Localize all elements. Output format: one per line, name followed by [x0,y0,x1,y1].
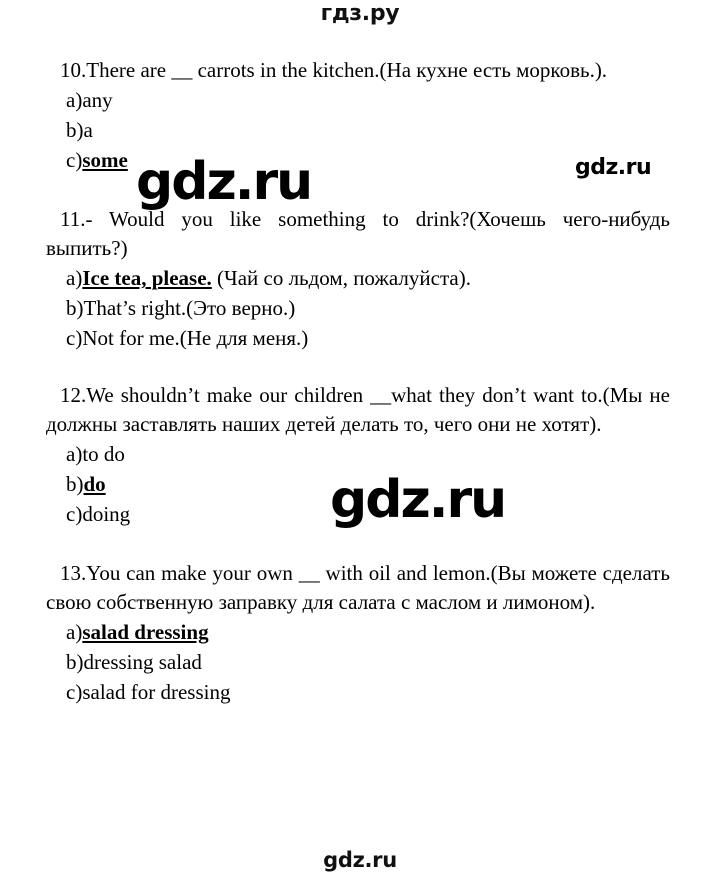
option-item[interactable]: b)a [46,115,670,145]
option-text: any [82,88,113,112]
question-number: 13. [60,561,87,585]
option-item[interactable]: b)That’s right.(Это верно.) [46,293,670,323]
option-item[interactable]: c)doing [46,499,670,529]
option-item[interactable]: c)salad for dressing [46,677,670,707]
exercise-document: 10.There are __ carrots in the kitchen.(… [46,56,670,721]
question-number: 10. [60,58,87,82]
option-marker: b) [66,650,84,674]
option-marker: a) [66,266,83,290]
option-translation: (Чай со льдом, пожалуйста). [211,266,471,290]
options-list: a)salad dressing b)dressing salad c)sala… [46,617,670,707]
footer-logo[interactable]: gdz.ru [323,850,397,871]
option-item[interactable]: a)Ice tea, please. (Чай со льдом, пожалу… [46,263,670,293]
option-item[interactable]: b)do [46,469,670,499]
question-number: 11. [60,207,86,231]
question-text: You can make your own __ with oil and le… [46,561,670,614]
question-block: 11.- Would you like something to drink?(… [46,205,670,353]
option-item[interactable]: c)some [46,145,670,175]
option-item[interactable]: a)salad dressing [46,617,670,647]
option-marker: c) [66,502,83,526]
question-text: - Would you like something to drink?(Хоч… [46,207,670,260]
question-prompt: 13.You can make your own __ with oil and… [46,559,670,617]
option-text: Ice tea, please. [82,266,212,290]
option-marker: c) [66,326,83,350]
option-text: a [83,118,93,142]
question-block: 13.You can make your own __ with oil and… [46,559,670,707]
option-text: salad for dressing [82,680,231,704]
site-logo[interactable]: гдз.ру [321,3,400,25]
option-translation: (Это верно.) [186,296,296,320]
option-marker: b) [66,118,84,142]
question-number: 12. [60,383,87,407]
option-text: some [82,148,128,172]
option-item[interactable]: b)dressing salad [46,647,670,677]
question-prompt: 10.There are __ carrots in the kitchen.(… [46,56,670,85]
question-prompt: 11.- Would you like something to drink?(… [46,205,670,263]
option-text: salad dressing [82,620,209,644]
question-block: 10.There are __ carrots in the kitchen.(… [46,56,670,175]
options-list: a)to do b)do c)doing [46,439,670,529]
option-text: do [83,472,106,496]
option-text: Not for me. [82,326,180,350]
question-prompt: 12.We shouldn’t make our children __what… [46,381,670,439]
option-text: to do [82,442,125,466]
question-text: We shouldn’t make our children __what th… [46,383,670,436]
question-block: 12.We shouldn’t make our children __what… [46,381,670,529]
option-marker: a) [66,442,83,466]
option-marker: a) [66,88,83,112]
option-text: That’s right. [83,296,187,320]
option-marker: a) [66,620,83,644]
option-marker: c) [66,148,83,172]
option-item[interactable]: a)any [46,85,670,115]
options-list: a)any b)a c)some [46,85,670,175]
option-marker: b) [66,296,84,320]
option-marker: b) [66,472,84,496]
option-item[interactable]: a)to do [46,439,670,469]
option-item[interactable]: c)Not for me.(Не для меня.) [46,323,670,353]
site-header: гдз.ру [0,0,720,40]
option-text: doing [82,502,131,526]
site-footer: gdz.ru [0,850,720,871]
options-list: a)Ice tea, please. (Чай со льдом, пожалу… [46,263,670,353]
option-translation: (Не для меня.) [179,326,309,350]
option-text: dressing salad [83,650,202,674]
option-marker: c) [66,680,83,704]
question-text: There are __ carrots in the kitchen.(На … [86,58,608,82]
